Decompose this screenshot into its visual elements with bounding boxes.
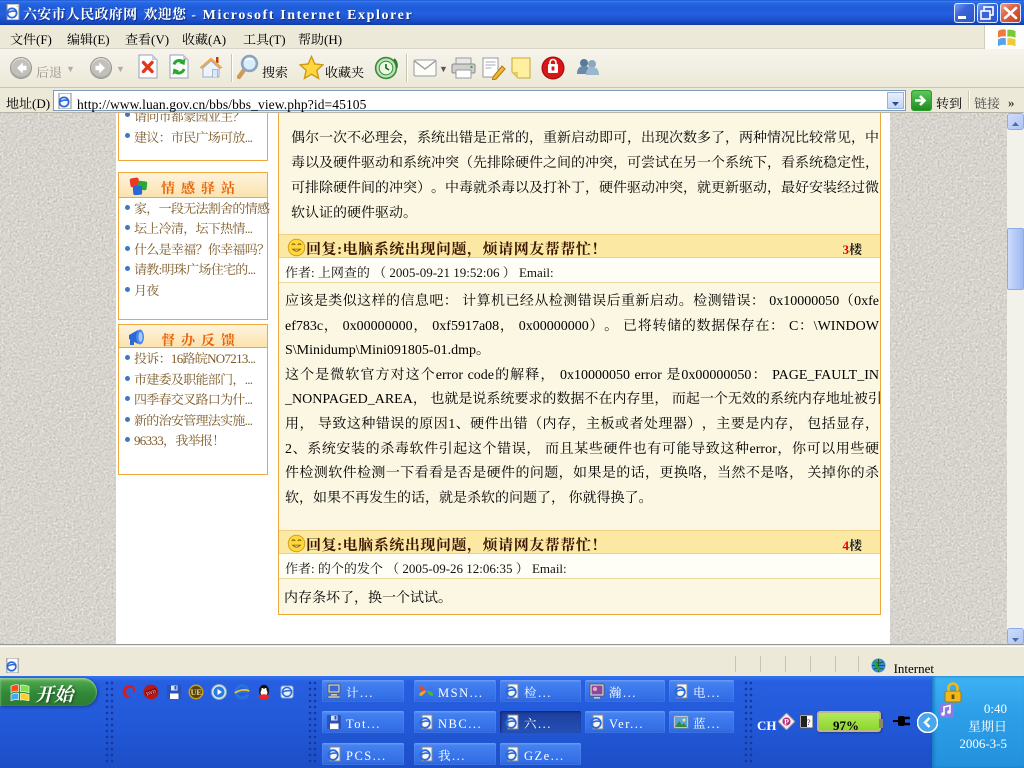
svg-text:UE: UE	[191, 687, 202, 698]
svg-text:?: ?	[807, 717, 811, 728]
svg-text:P: P	[784, 716, 789, 727]
